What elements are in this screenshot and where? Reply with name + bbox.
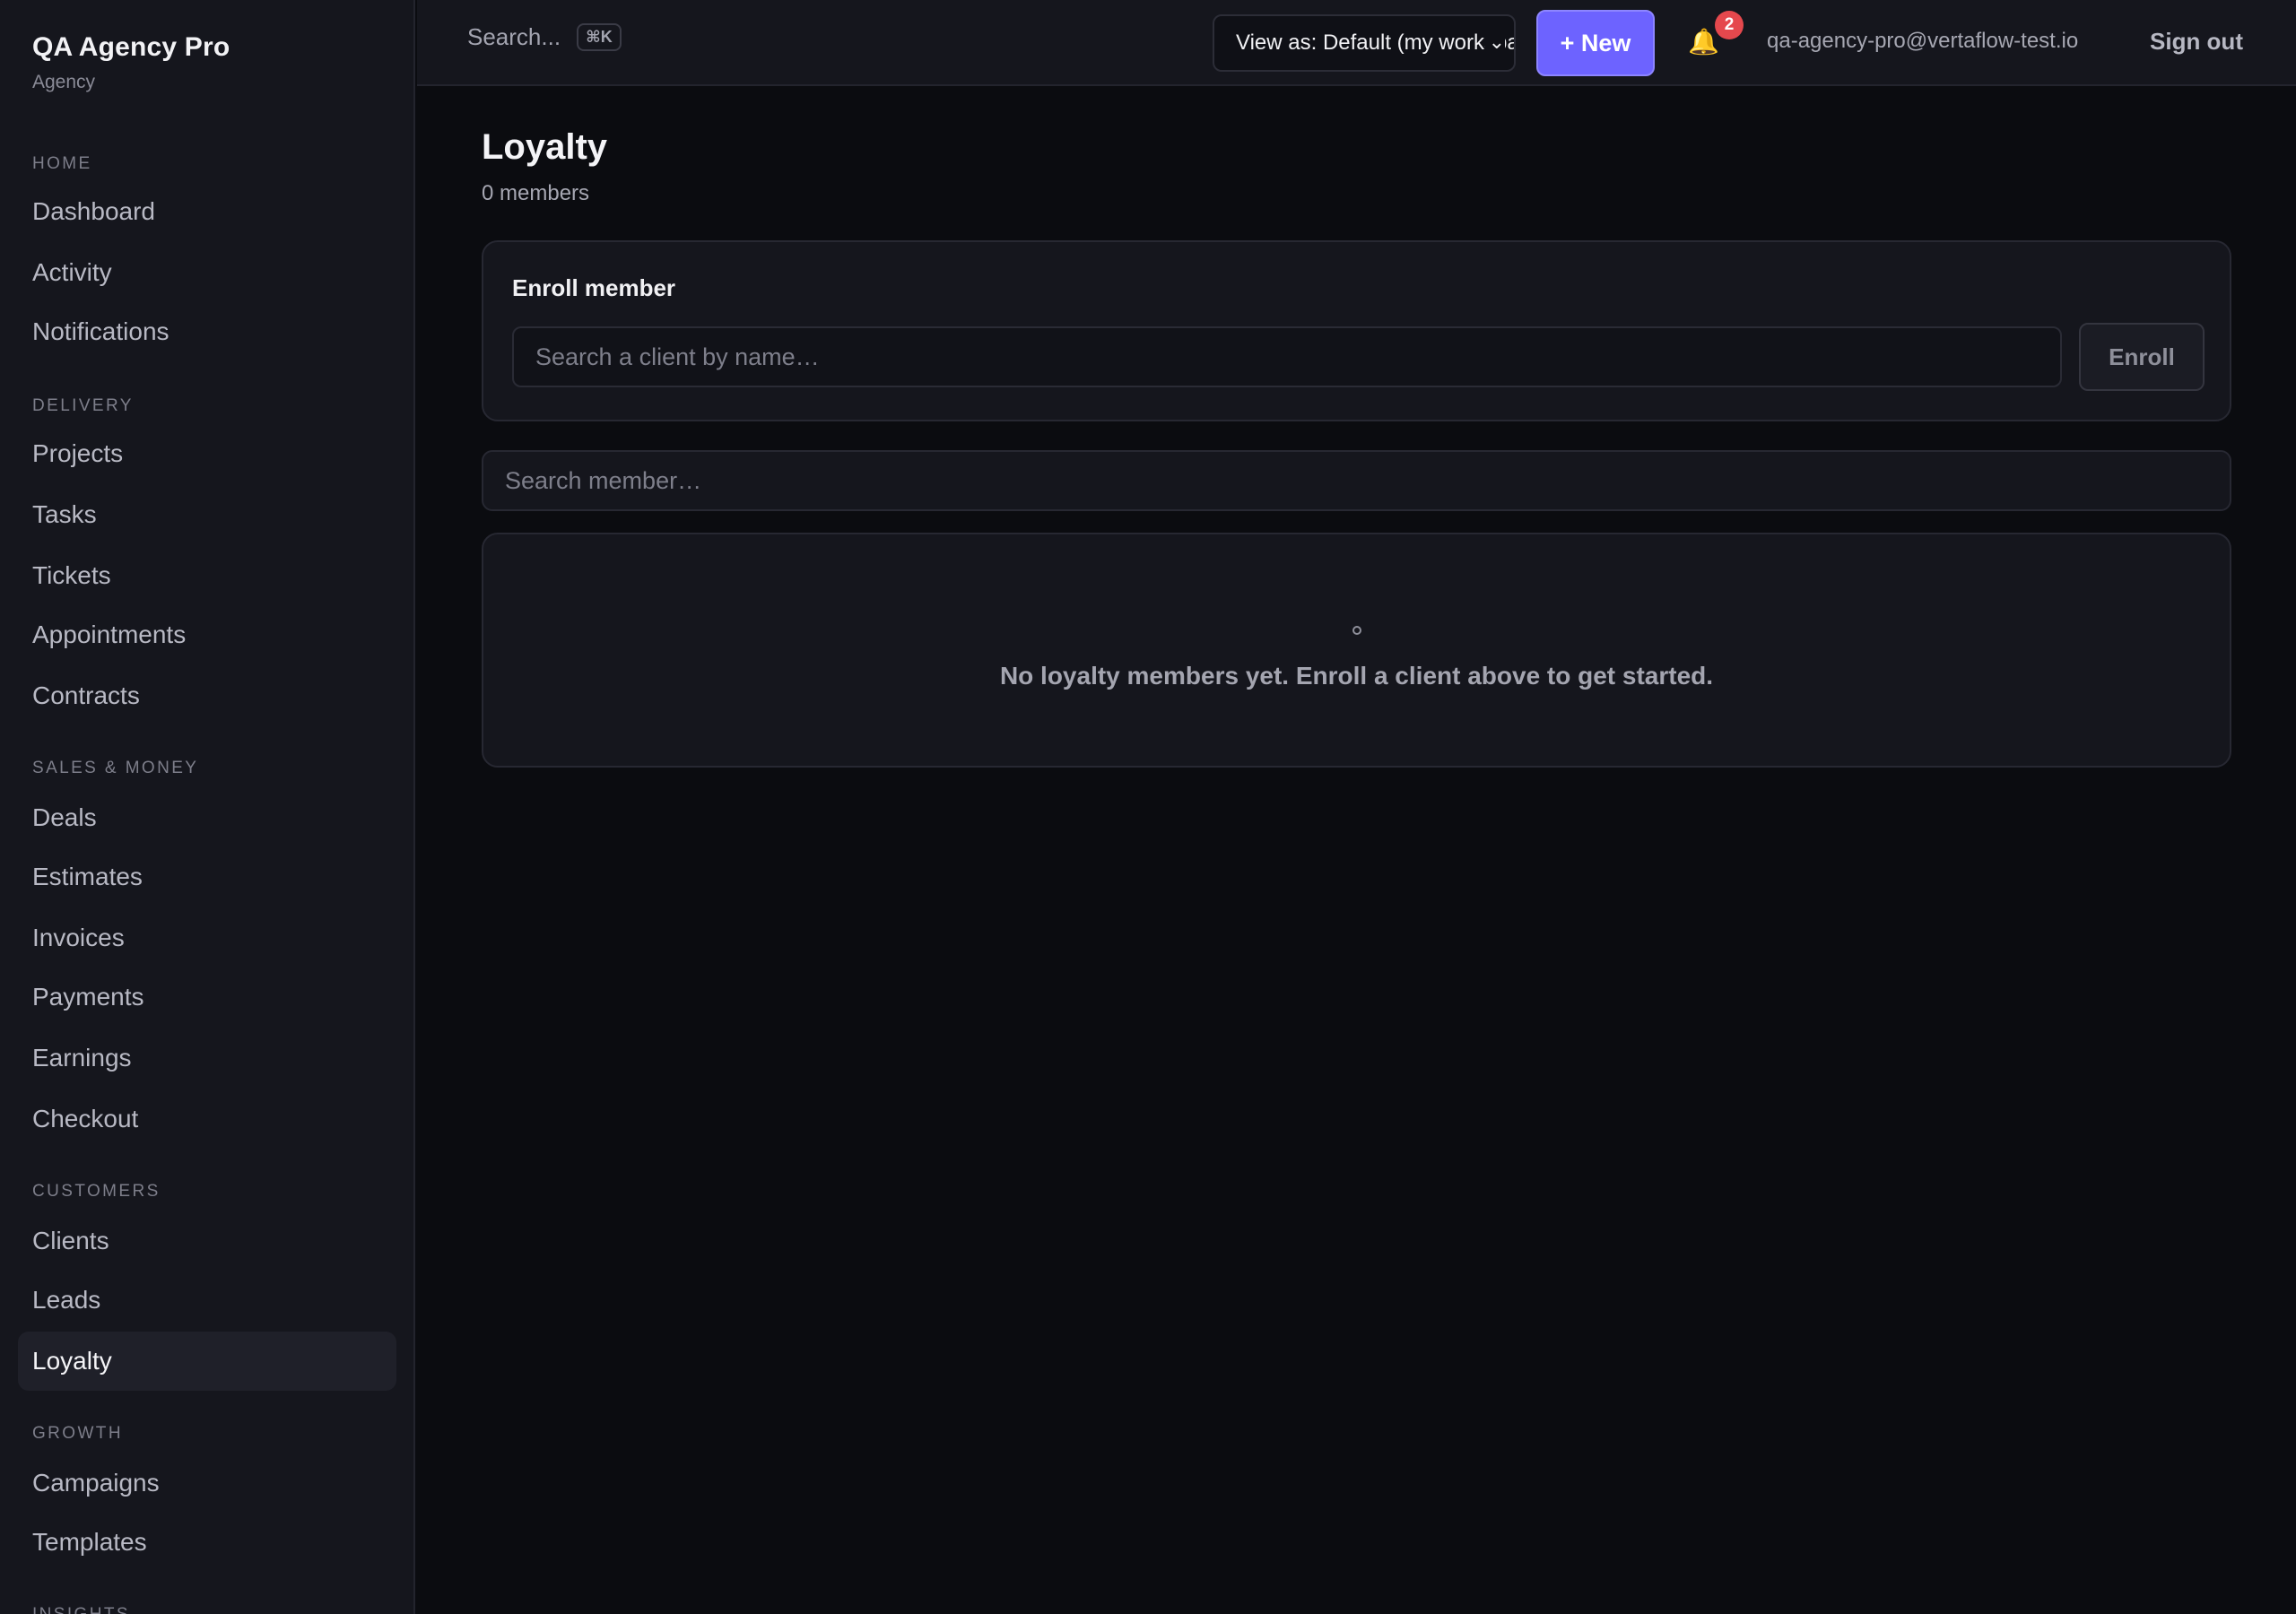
enroll-member-card: Enroll member Enroll bbox=[482, 240, 2231, 421]
empty-state-message: No loyalty members yet. Enroll a client … bbox=[999, 662, 1714, 690]
sidebar-item-earnings[interactable]: Earnings bbox=[18, 1028, 396, 1088]
sidebar-item-appointments[interactable]: Appointments bbox=[18, 605, 396, 664]
search-shortcut-badge: ⌘K bbox=[577, 23, 622, 51]
sign-out-button[interactable]: Sign out bbox=[2150, 28, 2243, 56]
member-search-input[interactable] bbox=[482, 450, 2231, 511]
client-search-input[interactable] bbox=[512, 326, 2062, 387]
global-search-button[interactable]: Search... ⌘K bbox=[467, 23, 622, 51]
user-email: qa-agency-pro@vertaflow-test.io bbox=[1767, 29, 2079, 53]
notification-count-badge: 2 bbox=[1715, 11, 1744, 39]
view-as-select[interactable]: View as: Default (my workspace) ⌄ bbox=[1213, 14, 1516, 72]
sidebar-item-payments[interactable]: Payments bbox=[18, 968, 396, 1027]
sidebar-item-clients[interactable]: Clients bbox=[18, 1211, 396, 1271]
sidebar-item-tickets[interactable]: Tickets bbox=[18, 546, 396, 605]
view-as-value: View as: Default (my workspace) bbox=[1236, 30, 1514, 55]
sidebar-item-loyalty[interactable]: Loyalty bbox=[18, 1332, 396, 1391]
members-empty-state: No loyalty members yet. Enroll a client … bbox=[482, 533, 2231, 768]
empty-state-icon bbox=[1352, 626, 1361, 635]
sidebar-item-checkout[interactable]: Checkout bbox=[18, 1089, 396, 1149]
brand-subtitle: Agency bbox=[32, 72, 96, 92]
enroll-member-title: Enroll member bbox=[512, 274, 676, 301]
bell-icon[interactable]: 🔔 bbox=[1688, 27, 1719, 56]
sidebar-item-campaigns[interactable]: Campaigns bbox=[18, 1453, 396, 1513]
nav-group-customers: CUSTOMERS bbox=[32, 1182, 161, 1201]
global-search-label: Search... bbox=[467, 23, 561, 50]
member-count: 0 members bbox=[482, 181, 590, 205]
sidebar-item-dashboard[interactable]: Dashboard bbox=[18, 182, 396, 241]
top-bar: Search... ⌘K View as: Default (my worksp… bbox=[417, 0, 2296, 86]
nav-group-sales-money: SALES & MONEY bbox=[32, 759, 199, 777]
nav-group-insights: INSIGHTS bbox=[32, 1605, 130, 1614]
sidebar-item-contracts[interactable]: Contracts bbox=[18, 666, 396, 725]
app-root: QA Agency Pro Agency HOME Dashboard Acti… bbox=[0, 0, 2296, 1614]
sidebar-item-activity[interactable]: Activity bbox=[18, 243, 396, 302]
sidebar-item-leads[interactable]: Leads bbox=[18, 1271, 396, 1330]
sidebar-item-notifications[interactable]: Notifications bbox=[18, 302, 396, 361]
enroll-button[interactable]: Enroll bbox=[2079, 323, 2205, 391]
sidebar-item-templates[interactable]: Templates bbox=[18, 1513, 396, 1572]
sidebar-item-estimates[interactable]: Estimates bbox=[18, 847, 396, 907]
sidebar-item-deals[interactable]: Deals bbox=[18, 788, 396, 847]
sidebar: QA Agency Pro Agency HOME Dashboard Acti… bbox=[0, 0, 415, 1614]
brand-name: QA Agency Pro bbox=[32, 32, 230, 62]
chevron-down-icon: ⌄ bbox=[1484, 30, 1505, 54]
nav-group-growth: GROWTH bbox=[32, 1424, 123, 1443]
page-title: Loyalty bbox=[482, 127, 608, 167]
nav-group-home: HOME bbox=[32, 154, 92, 173]
nav-group-delivery: DELIVERY bbox=[32, 396, 134, 415]
brand: QA Agency Pro Agency bbox=[32, 32, 230, 93]
main-content: Loyalty 0 members Enroll member Enroll N… bbox=[417, 86, 2296, 1614]
sidebar-item-projects[interactable]: Projects bbox=[18, 424, 396, 483]
new-button[interactable]: + New bbox=[1536, 10, 1655, 76]
sidebar-item-invoices[interactable]: Invoices bbox=[18, 908, 396, 968]
sidebar-item-tasks[interactable]: Tasks bbox=[18, 485, 396, 544]
